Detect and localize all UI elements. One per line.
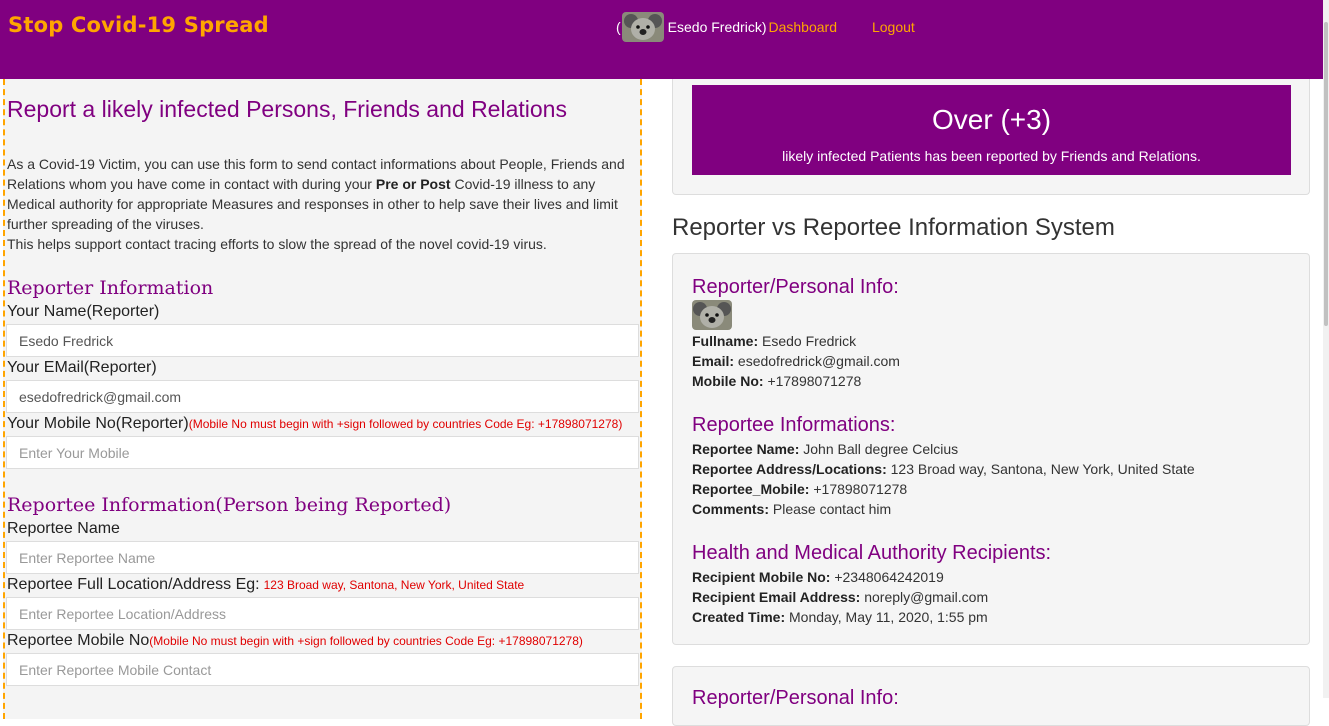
mobile-label: Your Mobile No(Reporter) <box>7 415 189 432</box>
created-time-value: Monday, May 11, 2020, 1:55 pm <box>789 609 988 625</box>
user-open-paren: ( <box>616 19 621 35</box>
recipient-mobile-label: Recipient Mobile No: <box>692 569 831 585</box>
stats-card: Over (+3) likely infected Patients has b… <box>672 79 1310 195</box>
logout-link[interactable]: Logout <box>872 19 915 35</box>
mobile-hint: (Mobile No must begin with +sign followe… <box>188 417 623 431</box>
mobile-value: +17898071278 <box>767 373 862 389</box>
authority-heading: Health and Medical Authority Recipients: <box>692 542 1052 564</box>
intro-part-3: This helps support contact tracing effor… <box>7 236 547 252</box>
intro-text: As a Covid-19 Victim, you can use this f… <box>7 154 631 254</box>
reportee-section-title: Reportee Information(Person being Report… <box>7 494 452 516</box>
report-info-card: Reporter/Personal Info: Fullname: Esedo … <box>672 253 1310 645</box>
recipient-mobile-value: +2348064242019 <box>834 569 944 585</box>
system-title: Reporter vs Reportee Information System <box>672 214 1115 241</box>
reporter-info-heading: Reporter/Personal Info: <box>692 276 899 298</box>
mobile-label-row: Your Mobile No(Reporter)(Mobile No must … <box>7 415 622 433</box>
recipient-email-label: Recipient Email Address: <box>692 589 861 605</box>
stats-banner: Over (+3) likely infected Patients has b… <box>692 85 1291 175</box>
brand-title[interactable]: Stop Covid-19 Spread <box>8 13 269 37</box>
reportee-address-row: Reportee Address/Locations: 123 Broad wa… <box>692 461 1195 477</box>
email-value: esedofredrick@gmail.com <box>737 353 900 369</box>
created-time-row: Created Time: Monday, May 11, 2020, 1:55… <box>692 609 988 625</box>
comments-value: Please contact him <box>772 501 892 517</box>
fullname-label: Fullname: <box>692 333 759 349</box>
stats-count: Over (+3) <box>931 104 1052 135</box>
created-time-label: Created Time: <box>692 609 786 625</box>
email-row: Email: esedofredrick@gmail.com <box>692 353 900 369</box>
page-scrollbar[interactable] <box>1323 0 1329 698</box>
scrollbar-thumb[interactable] <box>1324 22 1328 326</box>
intro-bold: Pre or Post <box>375 176 451 192</box>
user-area: ( Esedo Fredrick) Dashboard Logout <box>616 12 915 42</box>
reportee-mobile-label: Reportee Mobile No <box>7 632 150 649</box>
email-label: Your EMail(Reporter) <box>7 359 157 376</box>
comments-row: Comments: Please contact him <box>692 501 891 517</box>
user-avatar <box>621 12 664 42</box>
reportee-mobile-label: Reportee_Mobile: <box>692 481 810 497</box>
mobile-row: Mobile No: +17898071278 <box>692 373 861 389</box>
reportee-mobile-row: Reportee_Mobile: +17898071278 <box>692 481 907 497</box>
reporter-name-input[interactable] <box>6 324 639 357</box>
reportee-mobile-label-row: Reportee Mobile No(Mobile No must begin … <box>7 632 583 650</box>
dashboard-link[interactable]: Dashboard <box>768 19 837 35</box>
reportee-location-label: Reportee Full Location/Address Eg: <box>7 576 260 593</box>
email-label: Email: <box>692 353 735 369</box>
user-name: Esedo Fredrick) <box>667 19 767 35</box>
reportee-mobile-input[interactable] <box>6 653 639 686</box>
comments-label: Comments: <box>692 501 770 517</box>
reportee-info-heading: Reportee Informations: <box>692 414 896 436</box>
reportee-mobile-hint: (Mobile No must begin with +sign followe… <box>149 634 583 648</box>
reportee-name-label: Reportee Name <box>7 520 120 537</box>
reportee-location-label-row: Reportee Full Location/Address Eg: 123 Br… <box>7 576 524 594</box>
reportee-address-value: 123 Broad way, Santona, New York, United… <box>890 461 1195 477</box>
fullname-value: Esedo Fredrick <box>762 333 857 349</box>
reporter-email-input[interactable] <box>6 380 639 413</box>
recipient-mobile-row: Recipient Mobile No: +2348064242019 <box>692 569 944 585</box>
reportee-name-row: Reportee Name: John Ball degree Celcius <box>692 441 958 457</box>
reportee-name-label: Reportee Name: <box>692 441 800 457</box>
fullname-row: Fullname: Esedo Fredrick <box>692 333 856 349</box>
reportee-name-input[interactable] <box>6 541 639 574</box>
name-label: Your Name(Reporter) <box>7 303 160 320</box>
reporter-avatar <box>692 300 732 330</box>
page-title: Report a likely infected Persons, Friend… <box>7 96 567 122</box>
mobile-label: Mobile No: <box>692 373 764 389</box>
next-reporter-heading: Reporter/Personal Info: <box>692 687 899 709</box>
reporter-mobile-input[interactable] <box>6 436 639 469</box>
recipient-email-value: noreply@gmail.com <box>864 589 989 605</box>
report-info-card-next: Reporter/Personal Info: <box>672 666 1310 726</box>
top-navbar: Stop Covid-19 Spread ( Esedo Fredrick) D… <box>0 0 1323 79</box>
reporter-section-title: Reporter Information <box>7 277 214 299</box>
stats-caption: likely infected Patients has been report… <box>782 148 1201 164</box>
reportee-name-value: John Ball degree Celcius <box>803 441 959 457</box>
reportee-address-label: Reportee Address/Locations: <box>692 461 887 477</box>
recipient-email-row: Recipient Email Address: noreply@gmail.c… <box>692 589 988 605</box>
report-form-panel: Report a likely infected Persons, Friend… <box>3 79 642 719</box>
reportee-location-hint: 123 Broad way, Santona, New York, United… <box>263 578 525 592</box>
reportee-location-input[interactable] <box>6 597 639 630</box>
reportee-mobile-value: +17898071278 <box>813 481 908 497</box>
